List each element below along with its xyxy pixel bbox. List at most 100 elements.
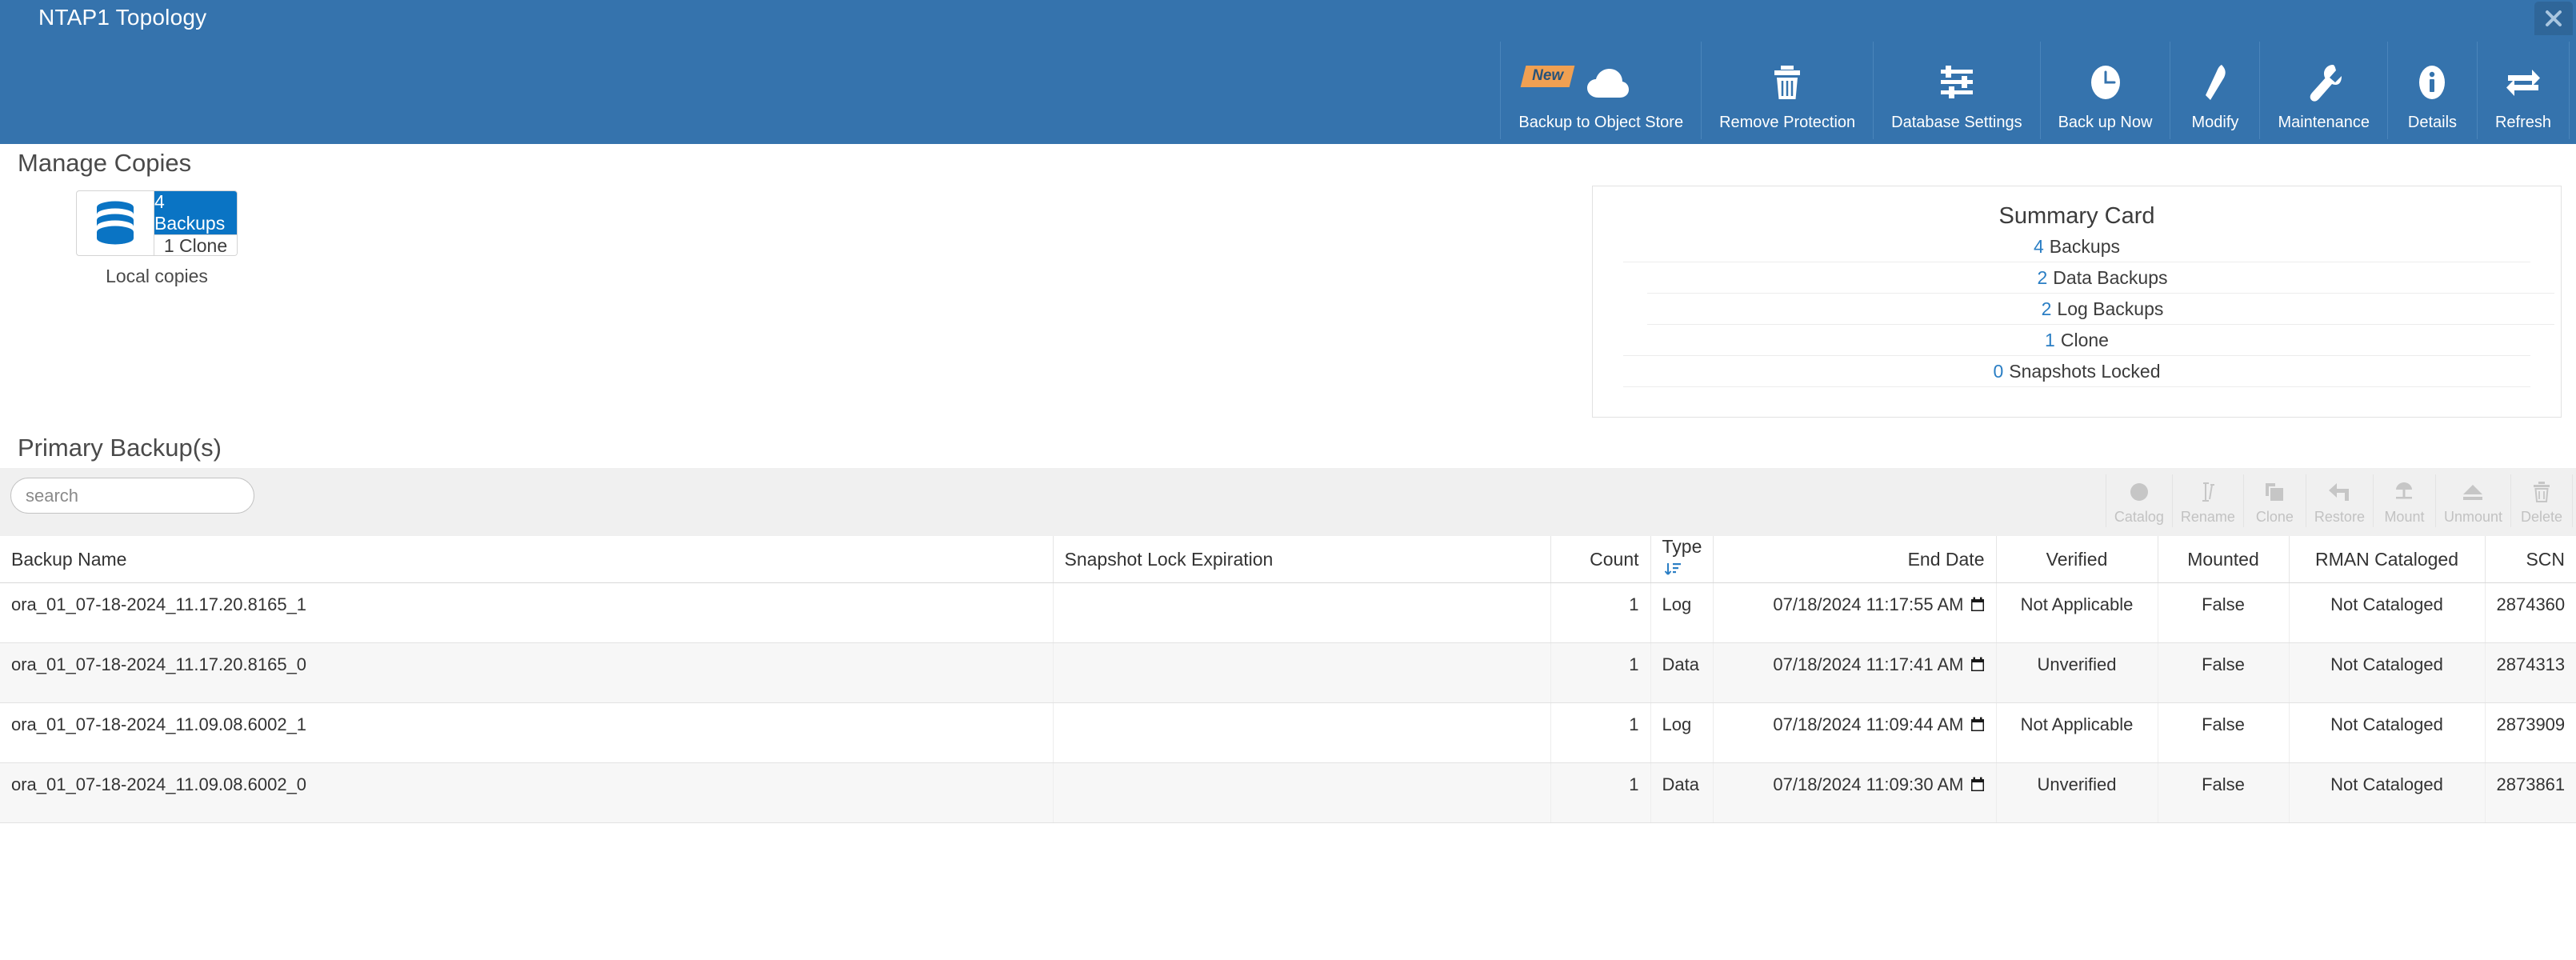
pencil-icon: [2188, 53, 2242, 112]
summary-row-count: 2: [2037, 267, 2048, 288]
table-toolstrip: Catalog Rename Clone: [0, 468, 2576, 536]
summary-row-count: 0: [1993, 361, 2004, 382]
toolbar-item-maintenance[interactable]: Maintenance: [2259, 42, 2387, 139]
cell-rman-cataloged: Not Cataloged: [2289, 702, 2486, 763]
toolbar-item-label: Refresh: [2494, 114, 2551, 131]
cell-backup-name: ora_01_07-18-2024_11.17.20.8165_1: [0, 582, 1054, 643]
search-input[interactable]: [11, 478, 254, 513]
local-copies-backups-tab[interactable]: 4 Backups: [154, 191, 237, 234]
summary-row-data-backups: 2 Data Backups: [1593, 262, 2561, 294]
column-header-verified[interactable]: Verified: [1996, 536, 2158, 583]
table-row[interactable]: ora_01_07-18-2024_11.09.08.6002_1 1 Log …: [0, 702, 2576, 763]
manage-copies-title: Manage Copies: [18, 149, 192, 177]
column-header-mounted[interactable]: Mounted: [2158, 536, 2290, 583]
cell-end-date: 07/18/2024 11:09:44 AM: [1713, 702, 1997, 763]
summary-row-count: 4: [2033, 236, 2044, 257]
cell-verified: Unverified: [1996, 762, 2158, 823]
search-box: [10, 478, 254, 514]
cell-snapshot-lock-expiration: [1053, 642, 1551, 703]
toolbar-item-refresh[interactable]: Refresh: [2476, 42, 2570, 139]
main-toolbar: New Backup to Object Store Remove Protec…: [1500, 42, 2570, 139]
table-row[interactable]: ora_01_07-18-2024_11.09.08.6002_0 1 Data…: [0, 762, 2576, 823]
app-header: NTAP1 Topology New Backup to Object Stor…: [0, 0, 2576, 144]
row-action-delete[interactable]: Delete: [2510, 474, 2573, 527]
row-action-clone[interactable]: Clone: [2242, 474, 2306, 527]
row-action-label: Clone: [2255, 509, 2294, 525]
toolbar-item-label: Remove Protection: [1719, 114, 1856, 131]
cell-verified: Unverified: [1996, 642, 2158, 703]
cell-end-date-text: 07/18/2024 11:09:30 AM: [1773, 774, 1964, 794]
row-action-catalog[interactable]: Catalog: [2105, 474, 2172, 527]
row-action-rename[interactable]: Rename: [2171, 474, 2243, 527]
local-copies-counts: 4 Backups 1 Clone: [154, 191, 237, 255]
cell-mounted: False: [2158, 762, 2290, 823]
row-action-label: Unmount: [2443, 509, 2502, 525]
cloud-icon: New: [1518, 53, 1683, 112]
cell-backup-name: ora_01_07-18-2024_11.09.08.6002_1: [0, 702, 1054, 763]
cell-mounted: False: [2158, 582, 2290, 643]
calendar-icon[interactable]: [1970, 596, 1985, 617]
column-header-rman-cataloged[interactable]: RMAN Cataloged: [2289, 536, 2486, 583]
summary-row-count: 1: [2045, 330, 2055, 350]
cell-rman-cataloged: Not Cataloged: [2289, 762, 2486, 823]
cell-end-date-text: 07/18/2024 11:17:41 AM: [1773, 654, 1964, 674]
summary-row-count: 2: [2041, 298, 2052, 319]
table-row[interactable]: ora_01_07-18-2024_11.17.20.8165_0 1 Data…: [0, 642, 2576, 703]
toolbar-item-label: Maintenance: [2278, 114, 2370, 131]
column-header-snapshot-lock-expiration[interactable]: Snapshot Lock Expiration: [1053, 536, 1551, 583]
local-copies-clone-tab[interactable]: 1 Clone: [154, 234, 237, 255]
cell-type: Log: [1650, 702, 1714, 763]
trash-icon: [2532, 476, 2551, 508]
summary-row-label: Log Backups: [2057, 298, 2164, 319]
cell-end-date: 07/18/2024 11:17:55 AM: [1713, 582, 1997, 643]
cell-type: Data: [1650, 762, 1714, 823]
toolbar-item-database-settings[interactable]: Database Settings: [1873, 42, 2039, 139]
local-copies-tile[interactable]: 4 Backups 1 Clone: [76, 190, 238, 256]
row-action-mount[interactable]: Mount: [2372, 474, 2435, 527]
page-title: NTAP1 Topology: [38, 5, 207, 30]
toolbar-item-label: Database Settings: [1891, 114, 2022, 131]
toolbar-item-label: Details: [2407, 114, 2458, 131]
cell-snapshot-lock-expiration: [1053, 582, 1551, 643]
row-action-restore[interactable]: Restore: [2305, 474, 2373, 527]
cell-verified: Not Applicable: [1996, 582, 2158, 643]
close-button[interactable]: [2534, 2, 2573, 35]
row-actions-toolbar: Catalog Rename Clone Restore Mount Unmou…: [2105, 474, 2573, 527]
table-row[interactable]: ora_01_07-18-2024_11.17.20.8165_1 1 Log …: [0, 582, 2576, 643]
table-body: ora_01_07-18-2024_11.17.20.8165_1 1 Log …: [0, 582, 2576, 823]
restore-undo-arrow-icon: [2327, 476, 2351, 508]
toolbar-item-label: Modify: [2191, 114, 2239, 131]
toolbar-item-back-up-now[interactable]: Back up Now: [2039, 42, 2170, 139]
cell-type: Data: [1650, 642, 1714, 703]
summary-row-snapshots-locked: 0 Snapshots Locked: [1593, 356, 2561, 387]
calendar-icon[interactable]: [1970, 656, 1985, 677]
summary-row-label: Data Backups: [2053, 267, 2168, 288]
toolbar-item-remove-protection[interactable]: Remove Protection: [1701, 42, 1873, 139]
row-action-label: Delete: [2520, 509, 2563, 525]
calendar-icon[interactable]: [1970, 716, 1985, 737]
cell-end-date-text: 07/18/2024 11:09:44 AM: [1773, 714, 1964, 734]
toolbar-item-backup-to-object-store[interactable]: New Backup to Object Store: [1500, 42, 1701, 139]
calendar-icon[interactable]: [1970, 776, 1985, 797]
column-header-count[interactable]: Count: [1550, 536, 1651, 583]
rename-text-cursor-icon: [2198, 476, 2218, 508]
summary-row-clone: 1 Clone: [1593, 325, 2561, 356]
sort-descending-icon: [1664, 561, 1682, 582]
cell-rman-cataloged: Not Cataloged: [2289, 642, 2486, 703]
refresh-arrows-icon: [2495, 53, 2551, 112]
column-header-end-date[interactable]: End Date: [1713, 536, 1997, 583]
new-badge: New: [1521, 66, 1575, 87]
cell-end-date-text: 07/18/2024 11:17:55 AM: [1773, 594, 1964, 614]
summary-card: Summary Card 4 Backups 2 Data Backups 2 …: [1592, 186, 2562, 418]
sliders-icon: [1891, 53, 2022, 112]
column-header-type[interactable]: Type: [1650, 536, 1714, 583]
catalog-circle-icon: [2129, 476, 2150, 508]
cell-count: 1: [1550, 582, 1651, 643]
cell-scn: 2874360: [2485, 582, 2576, 643]
toolbar-item-details[interactable]: Details: [2386, 42, 2477, 139]
toolbar-item-modify[interactable]: Modify: [2170, 42, 2259, 139]
row-action-unmount[interactable]: Unmount: [2434, 474, 2510, 527]
column-header-scn[interactable]: SCN: [2485, 536, 2576, 583]
column-header-backup-name[interactable]: Backup Name: [0, 536, 1054, 583]
cell-count: 1: [1550, 702, 1651, 763]
